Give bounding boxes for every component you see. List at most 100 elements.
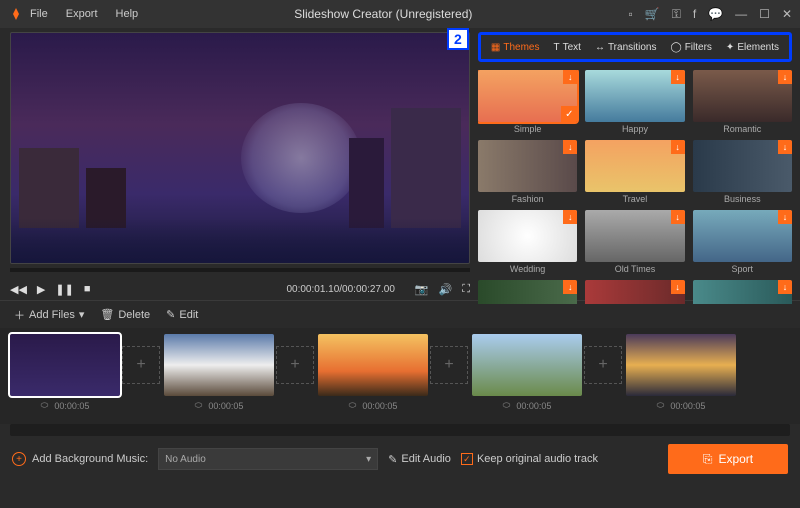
checkbox-checked-icon: ✓	[461, 453, 473, 465]
edit-audio-button[interactable]: ✎Edit Audio	[388, 453, 451, 466]
panel-tab-bar: ▦Themes TText ↔Transitions ◯Filters ✦Ele…	[478, 32, 792, 62]
theme-row4-1[interactable]: ↓	[478, 280, 577, 304]
download-icon: ↓	[671, 140, 685, 154]
key-icon[interactable]: ⚿	[672, 7, 681, 22]
text-icon: T	[553, 42, 559, 53]
clip-5[interactable]: ⬭00:00:05	[626, 334, 736, 411]
transition-slot[interactable]: +	[122, 346, 160, 384]
download-icon: ↓	[671, 210, 685, 224]
tab-filters[interactable]: ◯Filters	[664, 42, 717, 53]
timeline[interactable]: ⬭00:00:05 + ⬭00:00:05 + ⬭00:00:05 + ⬭00:…	[0, 328, 800, 424]
transition-slot[interactable]: +	[276, 346, 314, 384]
callout-badge: 2	[447, 28, 469, 50]
edit-icon: ✎	[388, 453, 397, 466]
filter-dot-icon: ⬭	[195, 400, 203, 411]
theme-fashion[interactable]: ↓Fashion	[478, 140, 577, 204]
menu-export[interactable]: Export	[66, 8, 98, 20]
filter-dot-icon: ⬭	[503, 400, 511, 411]
timeline-scrollbar[interactable]	[10, 424, 790, 436]
preview-video[interactable]	[10, 32, 470, 264]
clip-3[interactable]: ⬭00:00:05	[318, 334, 428, 411]
theme-sport[interactable]: ↓Sport	[693, 210, 792, 274]
download-icon: ↓	[563, 280, 577, 294]
close-icon[interactable]: ✕	[782, 7, 792, 21]
tab-themes[interactable]: ▦Themes	[485, 42, 546, 53]
theme-row4-2[interactable]: ↓	[585, 280, 684, 304]
chevron-down-icon: ▾	[79, 308, 85, 321]
prev-button[interactable]: ◀◀	[10, 283, 27, 296]
transition-slot[interactable]: +	[584, 346, 622, 384]
download-icon: ↓	[778, 140, 792, 154]
add-background-music[interactable]: + Add Background Music:	[12, 452, 148, 466]
download-icon: ↓	[671, 280, 685, 294]
transition-slot[interactable]: +	[430, 346, 468, 384]
add-files-button[interactable]: ＋Add Files ▾	[14, 307, 84, 323]
theme-wedding[interactable]: ↓Wedding	[478, 210, 577, 274]
download-icon: ↓	[778, 70, 792, 84]
download-icon: ↓	[671, 70, 685, 84]
theme-row4-3[interactable]: ↓	[693, 280, 792, 304]
edit-icon: ✎	[166, 308, 175, 321]
download-icon: ↓	[563, 210, 577, 224]
save-icon[interactable]: ▫	[629, 7, 633, 21]
snapshot-icon[interactable]: 📷	[415, 283, 429, 296]
delete-button[interactable]: 🗑Delete	[100, 308, 150, 321]
filter-dot-icon: ⬭	[349, 400, 357, 411]
theme-romantic[interactable]: ↓Romantic	[693, 70, 792, 134]
filter-dot-icon: ⬭	[657, 400, 665, 411]
audio-dropdown[interactable]: No Audio ▾	[158, 448, 378, 470]
theme-grid: ↓✓Simple ↓Happy ↓Romantic ↓Fashion ↓Trav…	[478, 70, 792, 304]
minimize-icon[interactable]: —	[735, 7, 747, 21]
app-logo-icon	[8, 6, 24, 22]
tab-text[interactable]: TText	[547, 42, 586, 53]
checkmark-icon: ✓	[561, 106, 577, 122]
timecode: 00:00:01.10/00:00:27.00	[100, 284, 404, 295]
fullscreen-icon[interactable]: ⛶	[462, 283, 470, 296]
side-panel: 2 ▦Themes TText ↔Transitions ◯Filters ✦E…	[472, 28, 800, 300]
trash-icon: 🗑	[100, 308, 114, 321]
theme-simple[interactable]: ↓✓Simple	[478, 70, 577, 134]
bottom-bar: + Add Background Music: No Audio ▾ ✎Edit…	[0, 436, 800, 482]
app-title: Slideshow Creator (Unregistered)	[138, 7, 628, 21]
transitions-icon: ↔	[595, 42, 605, 53]
playback-scrubber[interactable]	[10, 268, 470, 272]
theme-business[interactable]: ↓Business	[693, 140, 792, 204]
maximize-icon[interactable]: ☐	[759, 7, 770, 21]
play-button[interactable]: ▶	[37, 283, 45, 296]
clip-4[interactable]: ⬭00:00:05	[472, 334, 582, 411]
filters-icon: ◯	[670, 42, 681, 53]
titlebar: File Export Help Slideshow Creator (Unre…	[0, 0, 800, 28]
menu-help[interactable]: Help	[116, 8, 139, 20]
export-button[interactable]: ⎘Export	[668, 444, 788, 474]
plus-circle-icon: +	[12, 452, 26, 466]
filter-dot-icon: ⬭	[41, 400, 49, 411]
clip-toolbar: ＋Add Files ▾ 🗑Delete ✎Edit	[0, 300, 800, 328]
export-icon: ⎘	[703, 452, 713, 467]
edit-button[interactable]: ✎Edit	[166, 308, 198, 321]
theme-old-times[interactable]: ↓Old Times	[585, 210, 684, 274]
download-icon: ↓	[778, 210, 792, 224]
tab-elements[interactable]: ✦Elements	[720, 42, 785, 53]
keep-original-audio-checkbox[interactable]: ✓Keep original audio track	[461, 453, 598, 465]
grid-icon: ▦	[491, 42, 500, 53]
download-icon: ↓	[563, 70, 577, 84]
theme-happy[interactable]: ↓Happy	[585, 70, 684, 134]
clip-1[interactable]: ⬭00:00:05	[10, 334, 120, 411]
menu-file[interactable]: File	[30, 8, 48, 20]
elements-icon: ✦	[726, 42, 734, 53]
plus-icon: ＋	[14, 307, 25, 323]
feedback-icon[interactable]: 💬	[708, 7, 723, 21]
facebook-icon[interactable]: f	[693, 7, 696, 21]
download-icon: ↓	[778, 280, 792, 294]
volume-icon[interactable]: 🔊	[439, 283, 453, 296]
cart-icon[interactable]: 🛒	[645, 7, 660, 21]
stop-button[interactable]: ■	[84, 283, 91, 295]
theme-travel[interactable]: ↓Travel	[585, 140, 684, 204]
pause-button[interactable]: ❚❚	[55, 283, 73, 296]
preview-panel: ◀◀ ▶ ❚❚ ■ 00:00:01.10/00:00:27.00 📷 🔊 ⛶	[0, 28, 472, 300]
clip-2[interactable]: ⬭00:00:05	[164, 334, 274, 411]
tab-transitions[interactable]: ↔Transitions	[589, 42, 663, 53]
main-menu: File Export Help	[30, 8, 138, 20]
download-icon: ↓	[563, 140, 577, 154]
chevron-down-icon: ▾	[366, 454, 371, 465]
